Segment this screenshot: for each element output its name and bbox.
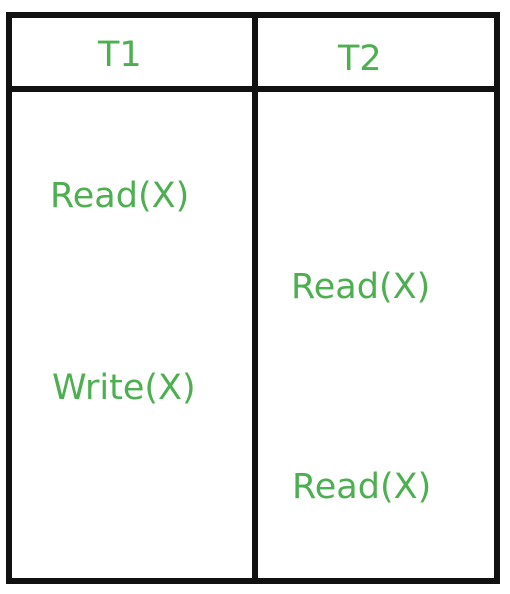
t1-op-read-x: Read(X) [50,176,190,216]
schedule-table: T1 T2 Read(X) Write(X) Read(X) Read(X) [6,12,500,584]
t2-op-read-x-1: Read(X) [291,267,431,307]
header-t2: T2 [338,39,382,79]
t2-op-read-x-2: Read(X) [292,467,432,507]
header-t1: T1 [98,35,142,75]
t1-op-write-x: Write(X) [52,368,196,408]
column-divider [252,18,258,578]
